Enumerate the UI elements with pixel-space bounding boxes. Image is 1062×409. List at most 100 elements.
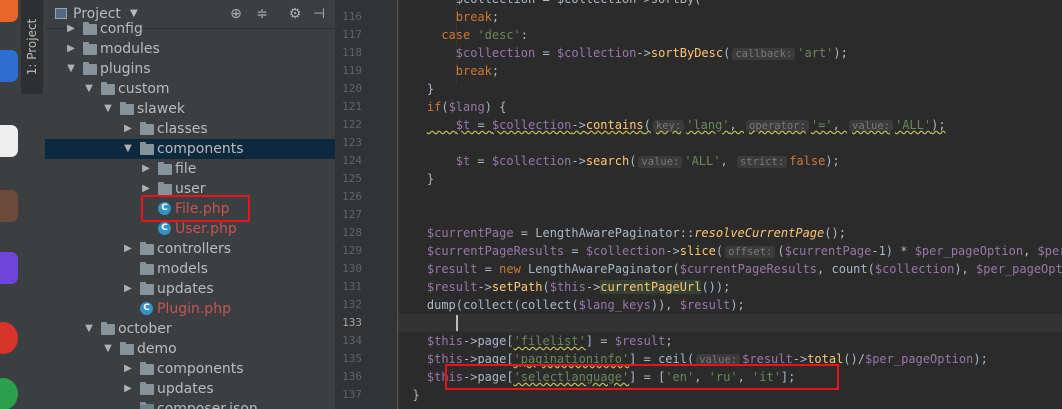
- code-token: $currentPage: [426, 226, 514, 240]
- line-number: 135: [342, 352, 362, 365]
- chevron-right-icon[interactable]: ▶: [122, 119, 134, 139]
- tree-item[interactable]: ▶ components: [45, 359, 335, 379]
- code-token: break: [455, 64, 492, 78]
- dock-app-icon[interactable]: [0, 190, 18, 222]
- parameter-hint: offset:: [725, 246, 776, 258]
- tree-item[interactable]: ▼ plugins: [45, 59, 335, 79]
- dock-app-icon[interactable]: [0, 322, 18, 354]
- chevron-right-icon[interactable]: ▶: [65, 19, 77, 39]
- tree-item[interactable]: ▼ custom: [45, 79, 335, 99]
- chevron-down-icon[interactable]: ▼: [65, 59, 77, 79]
- code-token: =: [470, 118, 492, 132]
- dock-app-icon[interactable]: [0, 252, 18, 284]
- text-caret: [456, 315, 458, 331]
- php-class-icon: C: [158, 222, 171, 235]
- project-tool-tab-label: 1: Project: [25, 18, 39, 76]
- code-token: }: [426, 172, 435, 186]
- dock-app-icon[interactable]: [0, 0, 18, 22]
- code-token: $this: [549, 280, 586, 294]
- line-number: 125: [342, 172, 362, 185]
- code-token: (: [542, 280, 550, 294]
- tree-item[interactable]: ▶ modules: [45, 39, 335, 59]
- tree-item[interactable]: C User.php: [45, 219, 335, 239]
- line-number: 120: [342, 82, 362, 95]
- code-token: $this: [426, 334, 463, 348]
- line-number: 121: [342, 100, 362, 113]
- code-token: ,: [1023, 244, 1038, 258]
- code-token: $t: [455, 118, 471, 132]
- code-token: '=': [810, 118, 833, 132]
- code-token: resolveCurrentPage: [694, 226, 825, 240]
- code-token: (: [643, 118, 651, 132]
- chevron-down-icon[interactable]: ▼: [83, 79, 95, 99]
- code-token: (: [715, 244, 724, 258]
- chevron-down-icon[interactable]: ▼: [102, 339, 114, 359]
- code-token: ;: [665, 334, 673, 348]
- code-token: ,: [729, 118, 744, 132]
- line-number: 122: [342, 118, 362, 131]
- code-token: $per_pageOption: [914, 244, 1024, 258]
- code-token: $collection: [556, 46, 637, 60]
- code-token: $currentPageResults: [426, 244, 565, 258]
- annotation-box-file-php: [141, 195, 250, 222]
- dock-app-icon[interactable]: [0, 125, 18, 157]
- folder-icon: [120, 342, 134, 355]
- chevron-right-icon[interactable]: ▶: [122, 379, 134, 399]
- code-line: $this->page['filelist'] = $result;: [427, 332, 673, 350]
- tree-item[interactable]: ▶ updates: [45, 279, 335, 299]
- tree-item[interactable]: ▼ slawek: [45, 99, 335, 119]
- dock-app-icon[interactable]: [0, 378, 18, 409]
- tree-item[interactable]: ▶ updates: [45, 379, 335, 399]
- tree-item-label: classes: [157, 121, 208, 137]
- tree-item[interactable]: ▶ controllers: [45, 239, 335, 259]
- folder-icon: [140, 262, 154, 275]
- chevron-down-icon[interactable]: ▼: [102, 99, 114, 119]
- tree-item-label: slawek: [137, 101, 185, 117]
- code-token: (: [629, 154, 637, 168]
- tree-item[interactable]: models: [45, 259, 335, 279]
- line-number: 128: [342, 226, 362, 239]
- line-number: 130: [342, 262, 362, 275]
- code-token: :: [520, 28, 529, 42]
- folder-icon: [140, 362, 154, 375]
- php-class-icon: C: [140, 302, 153, 315]
- chevron-down-icon[interactable]: ▼: [122, 139, 134, 159]
- code-token: ] =: [585, 334, 615, 348]
- parameter-hint: callback:: [732, 48, 796, 60]
- tree-item[interactable]: C Plugin.php: [45, 299, 335, 319]
- tree-item[interactable]: ▼ demo: [45, 339, 335, 359]
- code-token: ->: [636, 46, 651, 60]
- tree-item[interactable]: ▼ october: [45, 319, 335, 339]
- chevron-right-icon[interactable]: ▶: [65, 39, 77, 59]
- tree-item[interactable]: ▶ file: [45, 159, 335, 179]
- tree-item[interactable]: ▶ classes: [45, 119, 335, 139]
- code-token: }: [426, 82, 435, 96]
- code-editor[interactable]: $collection = $collection->sortBy(break;…: [398, 0, 1062, 409]
- project-tool-tab[interactable]: 1: Project: [21, 0, 43, 94]
- line-number: 129: [342, 244, 362, 257]
- code-line: $result->setPath($this->currentPageUrl()…: [427, 278, 730, 296]
- code-token: search: [585, 154, 630, 168]
- chevron-down-icon[interactable]: ▼: [130, 8, 138, 19]
- chevron-right-icon[interactable]: ▶: [140, 159, 152, 179]
- tree-item-label: custom: [118, 81, 170, 97]
- code-token: $collection: [455, 46, 536, 60]
- chevron-right-icon[interactable]: ▶: [122, 279, 134, 299]
- code-token: );: [973, 352, 988, 366]
- line-number: 126: [342, 190, 362, 203]
- tree-item[interactable]: ▶ config: [45, 19, 335, 39]
- chevron-right-icon[interactable]: ▶: [122, 239, 134, 259]
- tree-item[interactable]: ▼ components: [45, 139, 335, 159]
- code-token: new: [499, 262, 529, 276]
- code-token: $per_pageOption: [864, 352, 974, 366]
- code-token: ());: [701, 280, 731, 294]
- code-line: dump(collect(collect($lang_keys)), $resu…: [427, 296, 745, 314]
- chevron-down-icon[interactable]: ▼: [83, 319, 95, 339]
- code-token: break: [455, 10, 492, 24]
- tree-item[interactable]: composer.json: [45, 399, 335, 409]
- code-token: $result: [614, 334, 666, 348]
- dock-app-icon[interactable]: [0, 50, 18, 82]
- chevron-right-icon[interactable]: ▶: [122, 359, 134, 379]
- code-line: $currentPageResults = $collection->slice…: [427, 242, 1062, 260]
